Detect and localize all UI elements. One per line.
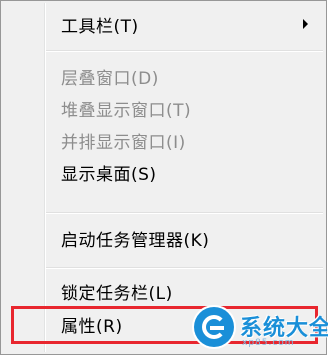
taskbar-context-menu: 工具栏(T) 层叠窗口(D) 堆叠显示窗口(T) 并排显示窗口(I) 显示桌面(… bbox=[0, 0, 327, 355]
menu-item-side-by-side-windows: 并排显示窗口(I) bbox=[3, 124, 324, 156]
watermark-url: xp85.com bbox=[242, 338, 295, 348]
menu-item-label: 锁定任务栏(L) bbox=[61, 283, 173, 304]
submenu-arrow-icon bbox=[303, 19, 308, 29]
menu-separator bbox=[46, 50, 323, 52]
menu-item-label: 显示桌面(S) bbox=[61, 164, 157, 185]
menu-item-label: 启动任务管理器(K) bbox=[61, 230, 210, 251]
menu-item-label: 工具栏(T) bbox=[61, 16, 139, 37]
menu-separator bbox=[46, 267, 323, 269]
menu-item-toolbars[interactable]: 工具栏(T) bbox=[3, 8, 324, 40]
menu-item-cascade-windows: 层叠窗口(D) bbox=[3, 60, 324, 92]
logo-emblem-icon bbox=[194, 307, 234, 347]
menu-separator bbox=[46, 212, 323, 214]
menu-item-show-desktop[interactable]: 显示桌面(S) bbox=[3, 156, 324, 188]
menu-item-task-manager[interactable]: 启动任务管理器(K) bbox=[3, 222, 324, 254]
menu-item-label: 层叠窗口(D) bbox=[61, 68, 159, 89]
menu-item-label: 并排显示窗口(I) bbox=[61, 132, 186, 153]
menu-item-stack-windows: 堆叠显示窗口(T) bbox=[3, 92, 324, 124]
menu-item-label: 堆叠显示窗口(T) bbox=[61, 100, 192, 121]
watermark-logo: 系统大全 xp85.com bbox=[190, 303, 328, 353]
